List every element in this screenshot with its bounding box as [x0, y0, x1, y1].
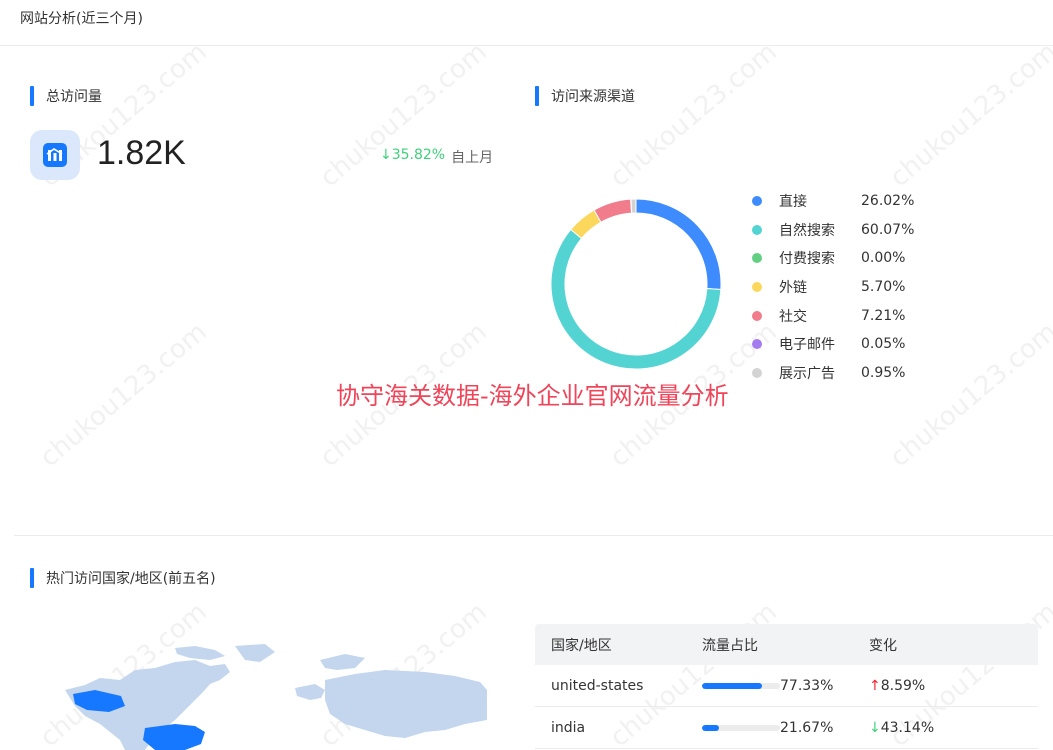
- column-header-change: 变化: [869, 637, 897, 654]
- traffic-share: 77.33%: [702, 678, 869, 694]
- legend-dot: [752, 367, 762, 378]
- legend-dot: [752, 253, 762, 264]
- total-visits-value: 1.82K: [97, 134, 186, 172]
- world-map: [25, 640, 487, 750]
- legend-percent: 0.05%: [861, 336, 906, 353]
- donut-slice-4[interactable]: [593, 198, 633, 223]
- overlay-caption: 协守海关数据-海外企业官网流量分析: [336, 382, 729, 410]
- country-name: united-states: [551, 677, 644, 694]
- traffic-change: ↑ 8.59%: [869, 678, 1038, 694]
- change-value: 8.59%: [880, 677, 926, 694]
- donut-slice-0[interactable]: [635, 198, 722, 290]
- legend-item[interactable]: 电子邮件 0.05%: [752, 330, 931, 359]
- arrow-up-icon: ↑: [869, 677, 881, 694]
- legend-dot: [752, 224, 762, 235]
- legend-dot: [752, 310, 762, 321]
- legend-label: 付费搜索: [779, 251, 835, 268]
- donut-slice-6[interactable]: [630, 198, 637, 214]
- legend-label: 展示广告: [779, 365, 835, 382]
- legend-percent: 0.95%: [861, 364, 906, 381]
- traffic-sources-title: 访问来源渠道: [551, 89, 635, 105]
- share-percent: 77.33%: [780, 677, 834, 694]
- legend-label: 自然搜索: [779, 222, 835, 239]
- section-accent-bar: [535, 86, 539, 106]
- legend-percent: 60.07%: [861, 221, 915, 238]
- share-progress-fill: [702, 682, 763, 689]
- traffic-sources-legend: 直接 26.02% 自然搜索 60.07% 付费搜索 0.00% 外链 5.70% 社交 7.21…: [752, 187, 931, 387]
- legend-percent: 0.00%: [861, 250, 906, 267]
- section-accent-bar: [30, 568, 34, 588]
- legend-percent: 7.21%: [861, 307, 906, 324]
- total-visits-section-title: 总访问量: [30, 86, 102, 106]
- top-countries-title: 热门访问国家/地区(前五名): [46, 571, 216, 587]
- arrow-down-icon: ↓: [869, 719, 881, 736]
- change-percent: ↓35.82%: [380, 147, 446, 163]
- section-accent-bar: [30, 86, 34, 106]
- legend-label: 社交: [779, 308, 807, 325]
- legend-percent: 5.70%: [861, 279, 906, 296]
- country-name: india: [551, 719, 586, 736]
- watermark-text: chukou123.com: [314, 36, 493, 194]
- legend-label: 电子邮件: [779, 337, 835, 354]
- chart-icon: [30, 130, 80, 180]
- total-visits-title: 总访问量: [46, 89, 102, 105]
- table-header: 国家/地区 流量占比 变化: [535, 624, 1038, 665]
- legend-dot: [752, 282, 762, 293]
- watermark-text: chukou123.com: [604, 36, 783, 194]
- change-label: 自上月: [451, 150, 494, 166]
- legend-dot: [752, 339, 762, 350]
- legend-item[interactable]: 展示广告 0.95%: [752, 359, 931, 388]
- legend-percent: 26.02%: [861, 193, 915, 210]
- column-header-share: 流量占比: [702, 637, 758, 654]
- page-title: 网站分析(近三个月): [20, 11, 143, 27]
- traffic-change: ↓ 43.14%: [869, 720, 1038, 736]
- legend-label: 直接: [779, 194, 807, 211]
- traffic-sources-section-title: 访问来源渠道: [535, 86, 635, 106]
- share-progress-bar: [702, 724, 780, 731]
- total-visits-change: ↓35.82% 自上月: [380, 147, 493, 167]
- top-countries-table: 国家/地区 流量占比 变化 united-states 77.33% ↑ 8.59% i…: [535, 624, 1038, 749]
- legend-label: 外链: [779, 280, 807, 297]
- table-row: united-states 77.33% ↑ 8.59%: [535, 665, 1038, 707]
- section-divider: [14, 535, 1053, 536]
- legend-item[interactable]: 付费搜索 0.00%: [752, 244, 931, 273]
- column-header-country: 国家/地区: [551, 637, 612, 654]
- table-body: united-states 77.33% ↑ 8.59% india 21.67% ↓ 43.…: [535, 665, 1038, 749]
- share-progress-bar: [702, 682, 780, 689]
- legend-item[interactable]: 自然搜索 60.07%: [752, 216, 931, 245]
- share-progress-fill: [702, 724, 719, 731]
- legend-item[interactable]: 外链 5.70%: [752, 273, 931, 302]
- traffic-share: 21.67%: [702, 720, 869, 736]
- top-countries-section-title: 热门访问国家/地区(前五名): [30, 568, 216, 588]
- legend-item[interactable]: 直接 26.02%: [752, 187, 931, 216]
- traffic-sources-donut-chart: [550, 198, 722, 370]
- legend-dot: [752, 196, 762, 207]
- change-value: 43.14%: [880, 719, 935, 736]
- page-header: 网站分析(近三个月): [0, 0, 1053, 46]
- donut-slice-1[interactable]: [550, 228, 722, 370]
- watermark-text: chukou123.com: [34, 316, 213, 474]
- map-region-us-mainland: [143, 724, 205, 750]
- table-row: india 21.67% ↓ 43.14%: [535, 707, 1038, 749]
- legend-item[interactable]: 社交 7.21%: [752, 301, 931, 330]
- share-percent: 21.67%: [780, 719, 834, 736]
- watermark-text: chukou123.com: [884, 36, 1053, 194]
